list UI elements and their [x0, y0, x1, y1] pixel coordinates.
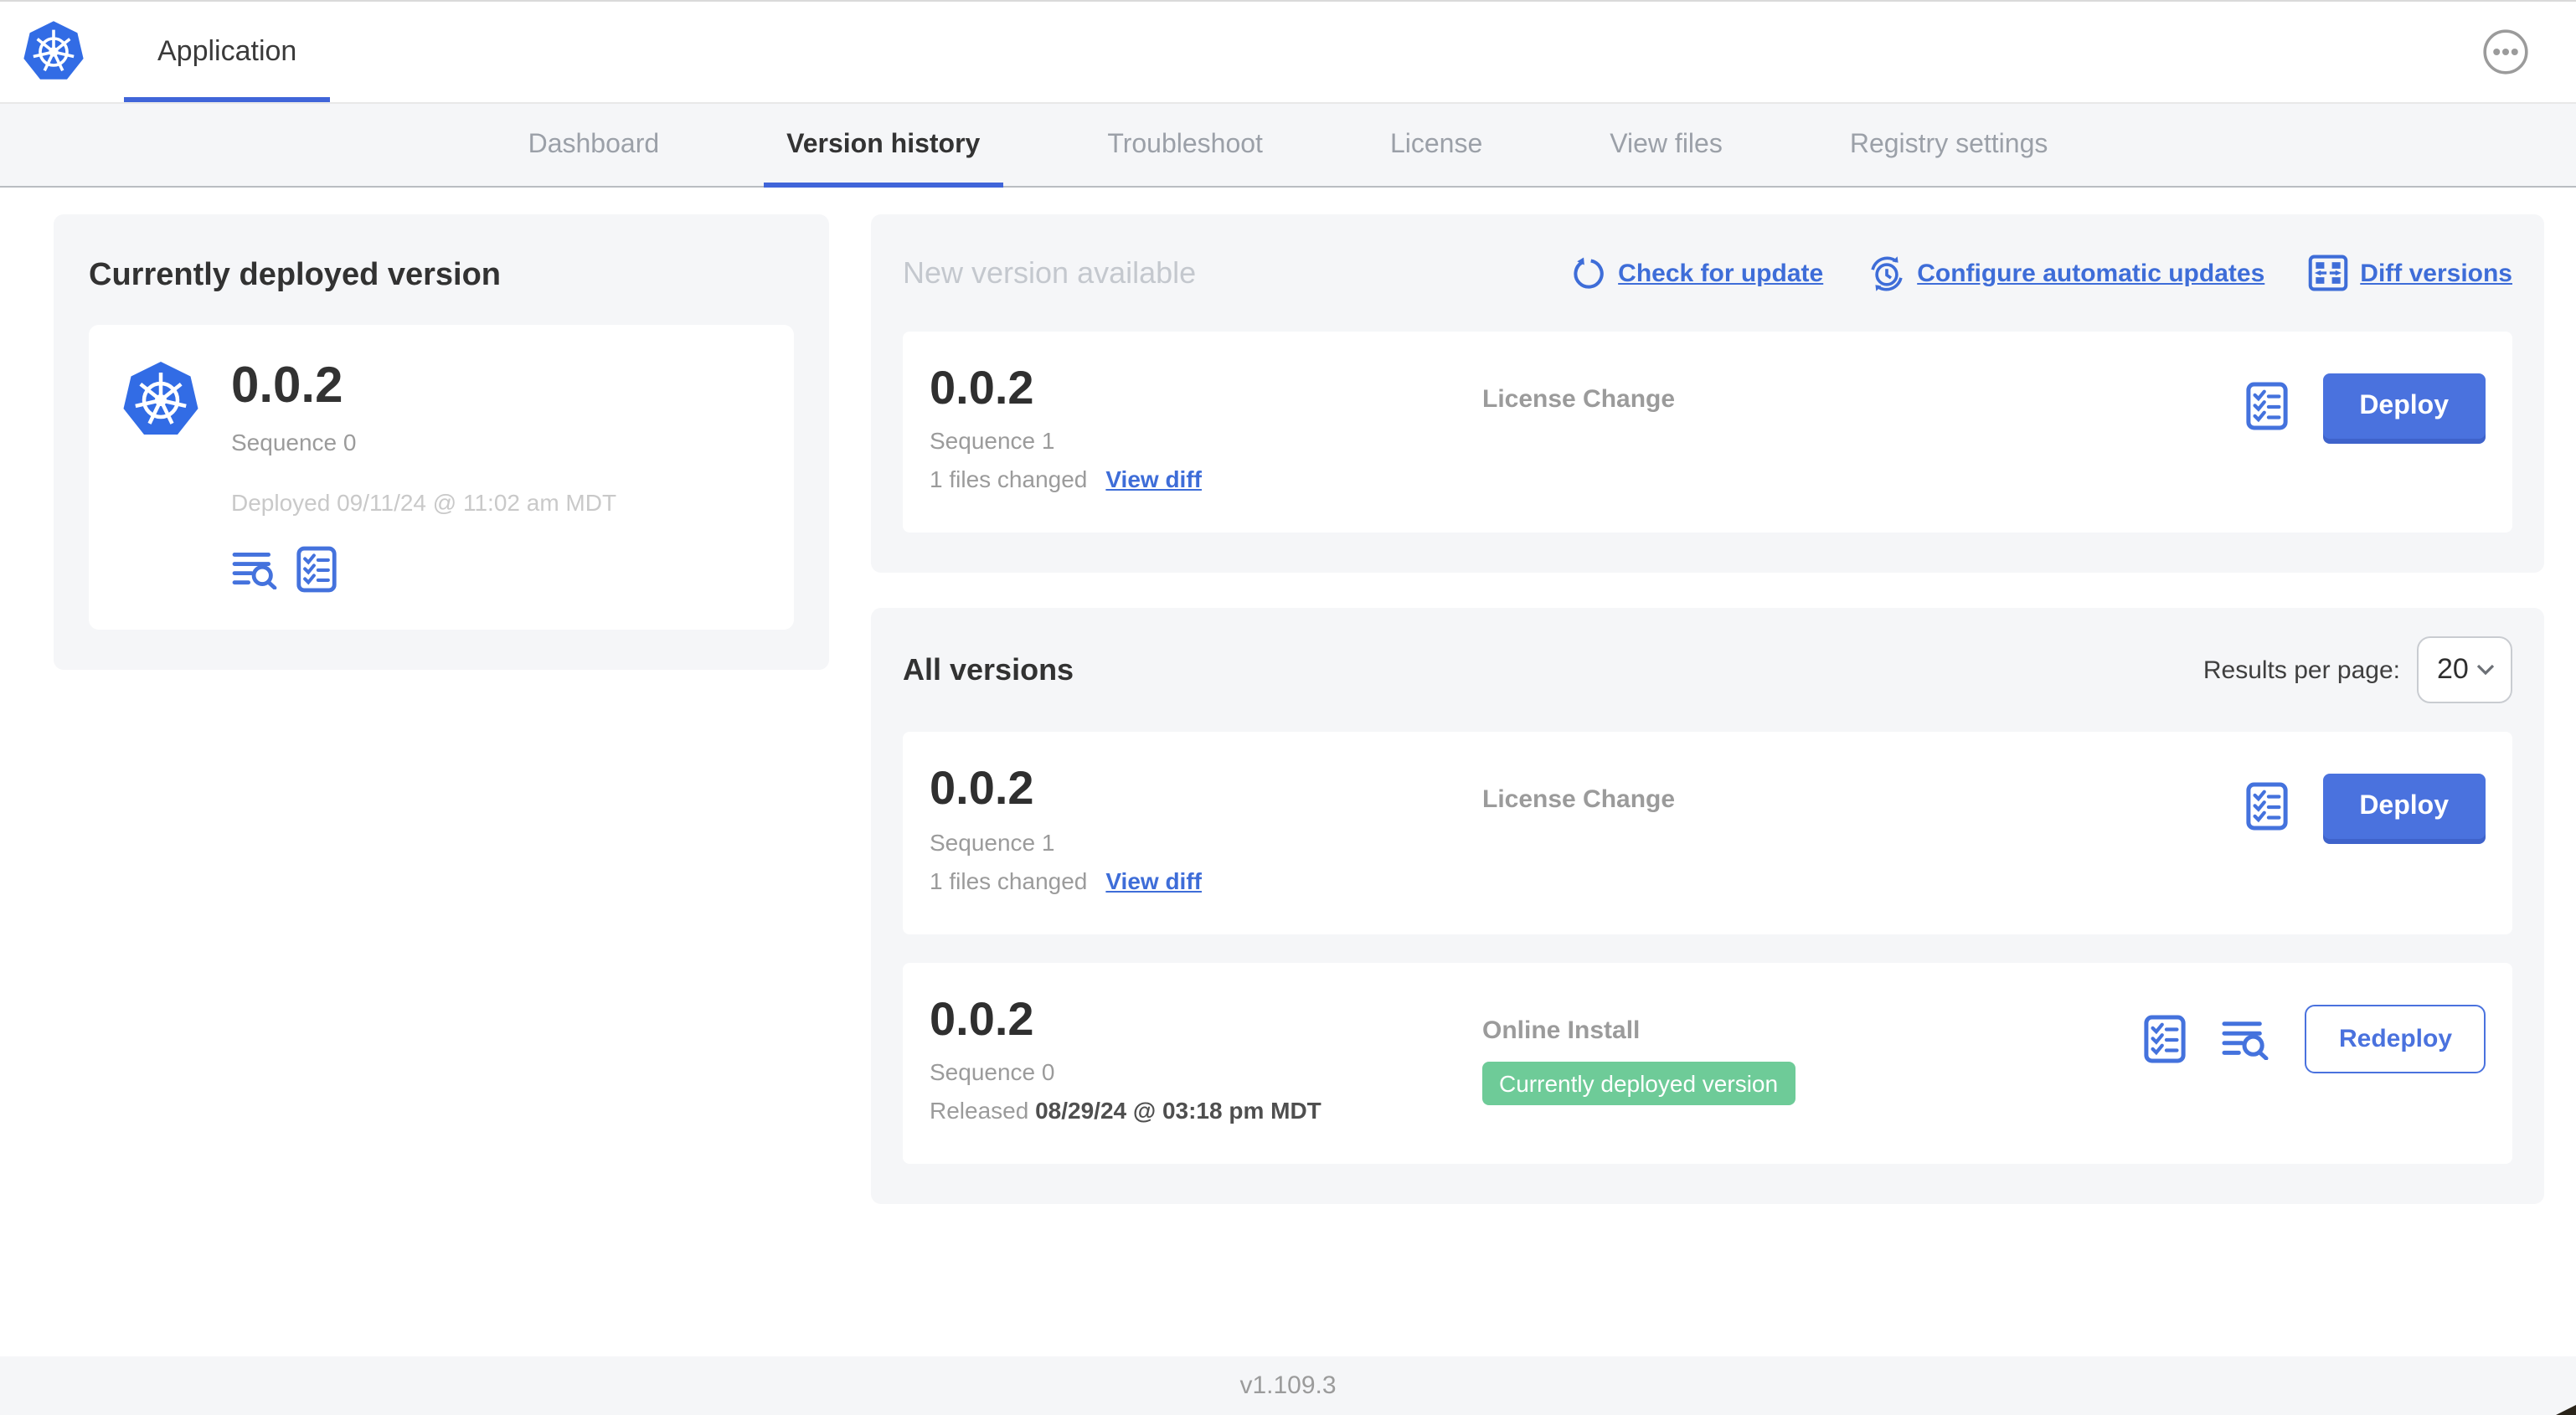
tab-label: License — [1389, 130, 1483, 158]
version-info: 0.0.2 Sequence 1 1 files changed View di… — [930, 764, 1482, 894]
version-row: 0.0.2 Sequence 1 1 files changed View di… — [903, 732, 2512, 934]
tab-view-files[interactable]: View files — [1586, 104, 1746, 186]
currently-deployed-version-card: 0.0.2 Sequence 0 Deployed 09/11/24 @ 11:… — [89, 325, 794, 630]
version-source: Online Install Currently deployed versio… — [1482, 995, 2145, 1105]
version-number: 0.0.2 — [930, 362, 1034, 414]
results-per-page: Results per page: 20 — [2202, 636, 2512, 704]
version-number: 0.0.2 — [930, 992, 1034, 1045]
released-label: Released — [930, 1097, 1036, 1124]
results-per-page-value: 20 — [2437, 653, 2469, 686]
deploy-button[interactable]: Deploy — [2322, 774, 2486, 840]
new-version-row: 0.0.2 Sequence 1 1 files changed View di… — [903, 332, 2512, 533]
version-sequence: Sequence 0 — [930, 1058, 1055, 1086]
files-changed-row: 1 files changed View diff — [930, 867, 1482, 894]
page-tabs: Dashboard Version history Troubleshoot L… — [0, 104, 2576, 188]
app-tab-label: Application — [157, 35, 297, 67]
tab-label: Dashboard — [528, 130, 660, 158]
tab-license[interactable]: License — [1367, 104, 1506, 186]
deployed-actions — [231, 546, 616, 593]
preflight-checklist-icon[interactable] — [2245, 382, 2287, 430]
app-brand: Application — [0, 2, 331, 102]
diff-icon — [2308, 255, 2348, 291]
main-content: Currently deployed version 0.0.2 Sequenc… — [0, 188, 2576, 1356]
tab-label: View files — [1610, 130, 1723, 158]
tab-version-history[interactable]: Version history — [763, 104, 1003, 188]
diff-versions-link[interactable]: Diff versions — [2308, 255, 2512, 291]
new-version-panel: New version available Check for update C… — [871, 214, 2544, 574]
version-info: 0.0.2 Sequence 1 1 files changed View di… — [930, 363, 1482, 493]
view-diff-link[interactable]: View diff — [1105, 867, 1202, 894]
link-label: Check for update — [1618, 259, 1824, 287]
app-header: Application — [0, 2, 2576, 104]
results-per-page-select[interactable]: 20 — [2417, 636, 2512, 704]
deployed-version-details: 0.0.2 Sequence 0 Deployed 09/11/24 @ 11:… — [231, 358, 616, 593]
overflow-menu-button[interactable] — [2482, 28, 2529, 75]
tab-registry-settings[interactable]: Registry settings — [1826, 104, 2072, 186]
kubernetes-app-icon — [119, 358, 203, 442]
version-number: 0.0.2 — [930, 762, 1034, 815]
version-sequence: Sequence 1 — [930, 427, 1055, 455]
version-row: 0.0.2 Sequence 0 Released 08/29/24 @ 03:… — [903, 962, 2512, 1165]
source-label: License Change — [1482, 385, 1676, 414]
auto-update-clock-icon — [1867, 254, 1905, 292]
all-versions-panel: All versions Results per page: 20 0.0.2 … — [871, 608, 2544, 1205]
app-window: Application Dashboard Version history Tr… — [0, 0, 2576, 1415]
version-source: License Change — [1482, 764, 2245, 815]
tab-application[interactable]: Application — [124, 2, 331, 102]
check-for-update-link[interactable]: Check for update — [1571, 255, 1823, 291]
version-info: 0.0.2 Sequence 0 Released 08/29/24 @ 03:… — [930, 992, 1482, 1124]
tab-dashboard[interactable]: Dashboard — [505, 104, 683, 186]
source-label: Online Install — [1482, 1016, 1641, 1045]
deployed-version-number: 0.0.2 — [231, 358, 343, 414]
deployed-timestamp: Deployed 09/11/24 @ 11:02 am MDT — [231, 489, 617, 516]
files-changed-label: 1 files changed — [930, 867, 1088, 894]
all-versions-title: All versions — [903, 652, 1074, 687]
all-versions-header: All versions Results per page: 20 — [903, 636, 2512, 704]
files-changed-row: 1 files changed View diff — [930, 466, 1482, 493]
app-footer: v1.109.3 — [0, 1356, 2576, 1415]
tab-label: Registry settings — [1849, 130, 2048, 158]
versions-column: New version available Check for update C… — [871, 214, 2544, 1205]
preflight-checklist-icon[interactable] — [2245, 783, 2287, 831]
update-links: Check for update Configure automatic upd… — [1571, 254, 2512, 292]
redeploy-button[interactable]: Redeploy — [2305, 1004, 2486, 1073]
kubernetes-logo-icon — [20, 18, 87, 85]
chevron-down-icon — [2476, 664, 2496, 677]
logs-icon[interactable] — [2222, 1018, 2270, 1060]
configure-automatic-updates-link[interactable]: Configure automatic updates — [1867, 254, 2264, 292]
version-actions: Redeploy — [2145, 995, 2486, 1073]
released-timestamp: Released 08/29/24 @ 03:18 pm MDT — [930, 1097, 1482, 1124]
currently-deployed-badge: Currently deployed version — [1482, 1061, 1795, 1105]
preflight-checklist-icon[interactable] — [2145, 1015, 2187, 1063]
source-label: License Change — [1482, 785, 1676, 815]
currently-deployed-title: Currently deployed version — [89, 258, 502, 293]
released-date: 08/29/24 @ 03:18 pm MDT — [1035, 1097, 1321, 1124]
version-actions: Deploy — [2245, 764, 2486, 840]
console-version: v1.109.3 — [1239, 1371, 1337, 1400]
version-sequence: Sequence 1 — [930, 828, 1055, 856]
link-label: Diff versions — [2360, 259, 2512, 287]
currently-deployed-card: Currently deployed version 0.0.2 Sequenc… — [54, 214, 829, 670]
new-version-header: New version available Check for update C… — [903, 243, 2512, 303]
tab-label: Troubleshoot — [1107, 130, 1263, 158]
tab-troubleshoot[interactable]: Troubleshoot — [1084, 104, 1286, 186]
tab-label: Version history — [786, 130, 981, 158]
view-diff-link[interactable]: View diff — [1105, 466, 1202, 493]
refresh-icon — [1571, 255, 1606, 291]
logs-icon[interactable] — [231, 549, 278, 589]
preflight-checklist-icon[interactable] — [296, 546, 337, 593]
files-changed-label: 1 files changed — [930, 466, 1088, 493]
version-actions: Deploy — [2245, 363, 2486, 439]
version-source: License Change — [1482, 363, 2245, 414]
link-label: Configure automatic updates — [1917, 259, 2265, 287]
deploy-button[interactable]: Deploy — [2322, 373, 2486, 439]
new-version-title: New version available — [903, 255, 1197, 289]
deployed-sequence: Sequence 0 — [231, 429, 357, 455]
results-per-page-label: Results per page: — [2202, 656, 2400, 685]
